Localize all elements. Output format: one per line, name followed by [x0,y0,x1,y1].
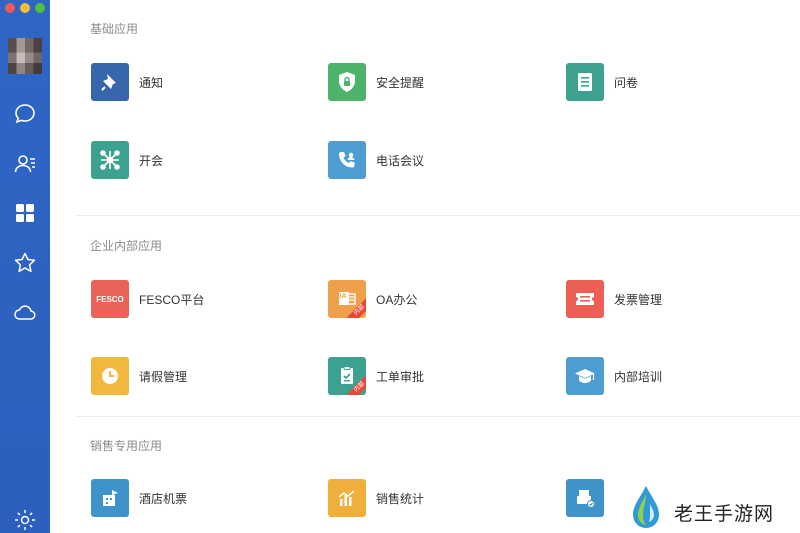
section-title-internal: 企业内部应用 [90,239,163,253]
app-label: 发票管理 [614,292,663,307]
app-label: FESCO平台 [139,292,205,307]
app-label: 请假管理 [139,369,188,384]
app-training[interactable]: 内部培训 [566,357,662,395]
fesco-logo-text: FESCO [96,294,124,304]
section-title-sales: 销售专用应用 [90,439,163,453]
section-divider [75,215,800,216]
questionnaire-icon [566,63,604,101]
app-label: 酒店机票 [139,491,188,506]
app-leave[interactable]: 请假管理 [91,357,187,395]
zoom-window-button[interactable] [35,3,45,13]
avatar[interactable] [8,38,42,74]
app-center: 基础应用 通知 安全提醒 问卷 开会 电话会议 企业内部应用 FESCO FES… [50,0,800,533]
app-label: 通知 [139,75,164,90]
app-label: 电话会议 [376,153,425,168]
shield-lock-icon [328,63,366,101]
sidebar [0,0,50,533]
phone-conference-icon [328,141,366,179]
meeting-network-icon [91,141,129,179]
hotel-flight-icon [91,479,129,517]
clipboard-check-icon: 内部 [328,357,366,395]
app-label: 安全提醒 [376,75,425,90]
app-label: 问卷 [614,75,639,90]
clock-icon [91,357,129,395]
cloud-icon[interactable] [12,300,38,326]
app-label: 内部培训 [614,369,663,384]
contacts-icon[interactable] [12,151,38,177]
app-invoice[interactable]: 发票管理 [566,280,662,318]
app-hotel-flight[interactable]: 酒店机票 [91,479,187,517]
app-label: OA办公 [376,292,418,307]
close-window-button[interactable] [5,3,15,13]
app-notice[interactable]: 通知 [91,63,163,101]
settings-icon[interactable] [12,507,38,533]
oa-tile-text: OA [336,293,347,300]
fesco-logo-icon: FESCO [91,280,129,318]
app-sales-third[interactable] [566,479,614,517]
watermark-text: 老王手游网 [674,503,775,525]
ticket-icon [566,280,604,318]
section-title-basic: 基础应用 [90,22,139,36]
watermark-logo-icon [633,486,659,528]
app-meeting[interactable]: 开会 [91,141,163,179]
chat-icon[interactable] [12,101,38,127]
bell-icon [91,63,129,101]
apps-icon[interactable] [12,200,38,226]
graduation-cap-icon [566,357,604,395]
app-label: 工单审批 [376,369,425,384]
app-security-alert[interactable]: 安全提醒 [328,63,424,101]
minimize-window-button[interactable] [20,3,30,13]
window-controls [5,3,45,13]
bar-chart-icon [328,479,366,517]
app-sales-stats[interactable]: 销售统计 [328,479,424,517]
app-fesco[interactable]: FESCO FESCO平台 [91,280,204,318]
star-icon[interactable] [12,250,38,276]
app-label: 销售统计 [376,491,425,506]
oa-document-icon: OA 内部 [328,280,366,318]
printer-check-icon [566,479,604,517]
app-work-order[interactable]: 内部 工单审批 [328,357,424,395]
app-phone-conference[interactable]: 电话会议 [328,141,424,179]
app-label: 开会 [139,153,164,168]
app-oa[interactable]: OA 内部 OA办公 [328,280,417,318]
app-questionnaire[interactable]: 问卷 [566,63,638,101]
section-divider [75,416,800,417]
